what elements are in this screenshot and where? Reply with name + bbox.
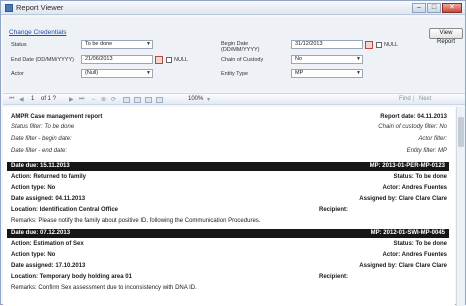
export-icon[interactable]: [156, 97, 163, 103]
record-actor: Actor: Andres Fuentes: [382, 185, 447, 191]
chain-filter-text: Chain of custody filter: No: [378, 124, 447, 130]
actor-filter-text: Actor filter:: [418, 136, 447, 142]
begin-date-field[interactable]: 31/12/2013: [291, 40, 363, 49]
change-credentials-link[interactable]: Change Credentials: [9, 29, 66, 36]
previous-page-icon[interactable]: ◀: [19, 96, 24, 103]
end-date-filter-text: Date filter - end date:: [11, 148, 68, 154]
record-assigned-by: Assigned by: Clare Clare Clare: [359, 196, 447, 202]
record-location: Location: Temporary body holding area 01: [11, 274, 132, 280]
record-header: Date due: 15.11.2013 MP: 2013-01-PER-MP-…: [7, 162, 449, 171]
actor-label: Actor: [11, 71, 24, 77]
maximize-button[interactable]: □: [427, 3, 441, 13]
refresh-icon[interactable]: ⟳: [111, 96, 116, 103]
record-status: Status: To be done: [393, 174, 447, 180]
entity-filter-text: Entity filter: MP: [406, 148, 447, 154]
back-icon[interactable]: ←: [91, 96, 97, 102]
record-remarks: Remarks: Confirm Sex assessment due to i…: [11, 285, 197, 291]
record-actor: Actor: Andres Fuentes: [382, 252, 447, 258]
end-date-value: 21/06/2013: [85, 56, 113, 62]
end-date-null-checkbox[interactable]: [166, 57, 172, 63]
chevron-down-icon: ▼: [146, 70, 151, 76]
app-icon: [5, 4, 13, 12]
first-page-icon[interactable]: ⏮: [9, 96, 14, 103]
record-date-due: Date due: 07.12.2013: [11, 230, 71, 236]
begin-date-value: 31/12/2013: [295, 41, 323, 47]
end-date-calendar-icon[interactable]: [155, 56, 163, 64]
status-select-value: To be done: [85, 41, 113, 47]
report-date: Report date: 04.11.2013: [380, 114, 447, 120]
next-page-icon[interactable]: ▶: [69, 96, 74, 103]
stop-icon[interactable]: ⊗: [101, 96, 106, 103]
record-status: Status: To be done: [393, 241, 447, 247]
record-header: Date due: 07.12.2013 MP: 2012-01-SWI-MP-…: [7, 229, 449, 238]
page-number[interactable]: 1: [31, 96, 34, 102]
actor-select[interactable]: (Null) ▼: [81, 69, 153, 78]
zoom-select[interactable]: 100%: [188, 96, 203, 102]
print-icon[interactable]: [123, 97, 130, 103]
find-link[interactable]: Find: [399, 96, 411, 102]
actor-select-value: (Null): [85, 70, 99, 76]
next-link[interactable]: Next: [419, 96, 431, 102]
status-select[interactable]: To be done ▼: [81, 40, 153, 49]
record-date-assigned: Date assigned: 17.10.2013: [11, 263, 86, 269]
record-action: Action: Returned to family: [11, 174, 87, 180]
filter-panel: Change Credentials View Report Status To…: [3, 17, 465, 92]
report-title: AMPR Case management report: [11, 114, 103, 120]
record-mp-id: MP: 2013-01-PER-MP-0123: [369, 163, 445, 169]
record-date-due: Date due: 15.11.2013: [11, 163, 70, 169]
record-mp-id: MP: 2012-01-SWI-MP-0045: [370, 230, 445, 236]
title-bar: Report Viewer – □ ✕: [1, 1, 465, 15]
minimize-button[interactable]: –: [412, 3, 426, 13]
record-action-type: Action type: No: [11, 185, 56, 191]
status-label: Status: [11, 42, 27, 48]
view-report-button[interactable]: View Report: [429, 28, 463, 45]
status-filter-text: Status filter: To be done: [11, 124, 75, 130]
page-setup-icon[interactable]: [145, 97, 152, 103]
report-document: AMPR Case management report Report date:…: [3, 107, 455, 306]
window-title: Report Viewer: [16, 3, 64, 12]
record-location: Location: Identification Central Office: [11, 207, 119, 213]
last-page-icon[interactable]: ⏭: [79, 96, 84, 103]
begin-date-null-label: NULL: [384, 42, 399, 48]
record-remarks: Remarks: Please notify the family about …: [11, 218, 261, 224]
report-scrollbar[interactable]: [456, 107, 465, 306]
end-date-null-label: NULL: [174, 57, 189, 63]
chevron-down-icon: ▼: [356, 56, 361, 62]
chevron-down-icon[interactable]: ▾: [207, 96, 210, 103]
chain-of-custody-value: No: [295, 56, 303, 62]
begin-date-format-label: (DD/MM/YYYY): [221, 47, 260, 53]
report-toolbar: ⏮ ◀ 1 of 1 ? ▶ ⏭ ← ⊗ ⟳ 100% ▾ Find | Nex…: [3, 93, 465, 105]
record-action-type: Action type: No: [11, 252, 56, 258]
chevron-down-icon: ▼: [356, 70, 361, 76]
scrollbar-thumb[interactable]: [458, 117, 464, 147]
entity-type-select[interactable]: MP ▼: [291, 69, 363, 78]
page-count: of 1 ?: [41, 96, 57, 102]
report-viewer-window: Report Viewer – □ ✕ Change Credentials V…: [0, 0, 466, 306]
begin-date-filter-text: Date filter - begin date:: [11, 136, 72, 142]
end-date-field[interactable]: 21/06/2013: [81, 55, 153, 64]
end-date-label: End Date (DD/MM/YYYY): [11, 57, 74, 63]
record-date-assigned: Date assigned: 04.11.2013: [11, 196, 86, 202]
entity-type-value: MP: [295, 70, 304, 76]
chevron-down-icon: ▼: [146, 41, 151, 47]
chain-of-custody-select[interactable]: No ▼: [291, 55, 363, 64]
record-recipient: Recipient:: [319, 274, 349, 280]
record-action: Action: Estimation of Sex: [11, 241, 84, 247]
print-layout-icon[interactable]: [134, 97, 141, 103]
begin-date-null-checkbox[interactable]: [376, 42, 382, 48]
entity-type-label: Entity Type: [221, 71, 249, 77]
chain-of-custody-label: Chain of Custody: [221, 57, 264, 63]
begin-date-calendar-icon[interactable]: [365, 41, 373, 49]
close-button[interactable]: ✕: [442, 3, 462, 13]
record-recipient: Recipient:: [319, 207, 349, 213]
record-assigned-by: Assigned by: Clare Clare Clare: [359, 263, 447, 269]
